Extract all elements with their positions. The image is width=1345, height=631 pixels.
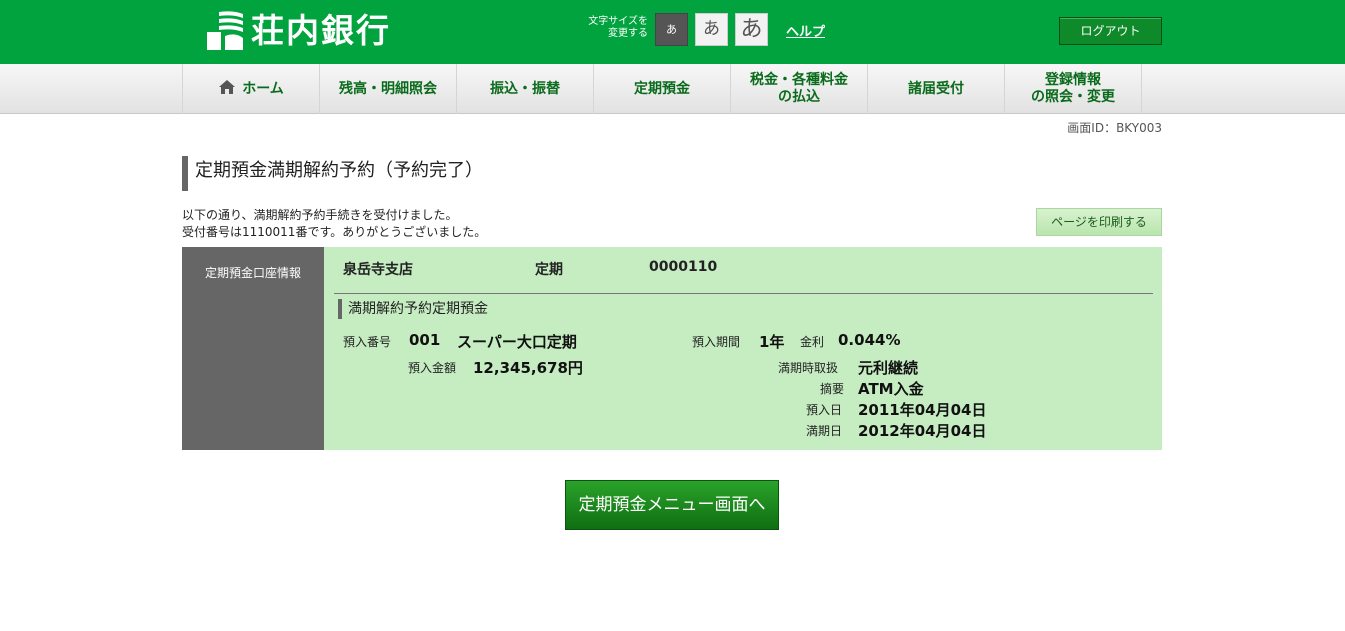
home-icon (218, 79, 236, 100)
help-link[interactable]: ヘルプ (786, 21, 825, 40)
time-deposit-menu-button[interactable]: 定期預金メニュー画面へ (565, 480, 779, 530)
bank-name: 荘内銀行 (251, 11, 391, 50)
account-info-panel: 定期預金口座情報 泉岳寺支店 定期 0000110 満期解約予約定期預金 預入番… (182, 247, 1162, 450)
maturity-handling-value: 元利継続 (858, 359, 919, 377)
rate-label: 金利 (800, 335, 825, 349)
page-title: 定期預金満期解約予約（予約完了） (182, 156, 483, 191)
account-info-side-label: 定期預金口座情報 (182, 247, 324, 450)
deposit-date-label: 預入日 (806, 403, 843, 417)
main-nav: ホーム 残高・明細照会 振込・振替 定期預金 税金・各種料金 の払込 諸届受付 … (0, 64, 1345, 114)
deposit-no-label: 預入番号 (343, 335, 392, 349)
nav-item-time-deposit[interactable]: 定期預金 (594, 64, 731, 114)
nav-item-tax-payment[interactable]: 税金・各種料金 の払込 (731, 64, 868, 114)
completion-message: 以下の通り、満期解約予約手続きを受付けました。 受付番号は1110011番です。… (182, 207, 486, 241)
divider (334, 293, 1153, 294)
font-size-medium-button[interactable]: あ (695, 13, 728, 46)
font-size-label: 文字サイズを 変更する (578, 16, 648, 40)
period-value: 1年 (759, 333, 785, 351)
font-size-label-line1: 文字サイズを (588, 16, 648, 27)
deposit-no-value: 001 (409, 331, 441, 349)
nav-item-home-label: ホーム (242, 80, 284, 97)
completion-message-line2: 受付番号は1110011番です。ありがとうございました。 (182, 225, 487, 239)
product-name: スーパー大口定期 (457, 333, 577, 351)
logout-button[interactable]: ログアウト (1059, 17, 1162, 45)
nav-item-registration[interactable]: 登録情報 の照会・変更 (1005, 64, 1142, 114)
account-type: 定期 (535, 262, 563, 278)
branch-name: 泉岳寺支店 (343, 262, 413, 278)
font-size-small-button[interactable]: あ (655, 13, 688, 46)
rate-value: 0.044% (838, 331, 901, 349)
bank-logo-icon (205, 10, 245, 52)
nav-item-tax-label-line1: 税金・各種料金 (750, 72, 848, 88)
screen-id: 画面ID：BKY003 (1067, 121, 1162, 135)
bank-logo[interactable]: 荘内銀行 (205, 10, 391, 52)
header: 荘内銀行 文字サイズを 変更する あ あ あ ヘルプ ログアウト (0, 0, 1345, 64)
account-number: 0000110 (649, 259, 718, 275)
section-title: 満期解約予約定期預金 (338, 299, 488, 319)
nav-item-home[interactable]: ホーム (183, 64, 320, 114)
font-size-large-button[interactable]: あ (735, 13, 768, 46)
amount-value: 12,345,678円 (473, 359, 583, 377)
period-label: 預入期間 (692, 335, 741, 349)
nav-item-registration-label-line1: 登録情報 (1045, 72, 1101, 88)
nav-item-balance[interactable]: 残高・明細照会 (320, 64, 457, 114)
font-size-label-line2: 変更する (608, 28, 648, 39)
summary-value: ATM入金 (858, 380, 924, 398)
summary-label: 摘要 (820, 382, 845, 396)
amount-label: 預入金額 (408, 361, 457, 375)
nav-item-notifications[interactable]: 諸届受付 (868, 64, 1005, 114)
nav-item-registration-label-line2: の照会・変更 (1031, 89, 1115, 105)
completion-message-line1: 以下の通り、満期解約予約手続きを受付けました。 (182, 208, 458, 222)
nav-item-tax-label-line2: の払込 (778, 89, 820, 105)
print-page-button[interactable]: ページを印刷する (1036, 208, 1162, 236)
deposit-date-value: 2011年04月04日 (858, 401, 987, 419)
maturity-date-value: 2012年04月04日 (858, 422, 987, 440)
nav-item-transfer[interactable]: 振込・振替 (457, 64, 594, 114)
maturity-handling-label: 満期時取扱 (778, 361, 839, 375)
maturity-date-label: 満期日 (806, 424, 843, 438)
